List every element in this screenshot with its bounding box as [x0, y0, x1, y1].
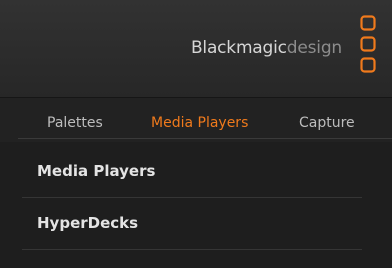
brand-name-secondary: design [286, 38, 342, 58]
tab-bar: Palettes Media Players Capture [0, 98, 392, 142]
tab-media-players[interactable]: Media Players [151, 115, 248, 131]
divider [22, 249, 362, 250]
section-media-players[interactable]: Media Players [22, 142, 362, 194]
app-header: Blackmagicdesign [0, 0, 392, 98]
blackmagic-logo-icon [360, 15, 376, 73]
brand-name-primary: Blackmagic [190, 38, 287, 58]
section-label: HyperDecks [37, 214, 139, 232]
tab-strip: Palettes Media Players Capture [18, 109, 392, 139]
section-hyperdecks[interactable]: HyperDecks [22, 194, 362, 246]
tab-capture[interactable]: Capture [299, 115, 355, 131]
brand-wordmark: Blackmagicdesign [191, 38, 342, 58]
tab-palettes[interactable]: Palettes [47, 115, 103, 131]
section-label: Media Players [37, 162, 156, 180]
content-panel: Media Players HyperDecks [0, 142, 392, 268]
